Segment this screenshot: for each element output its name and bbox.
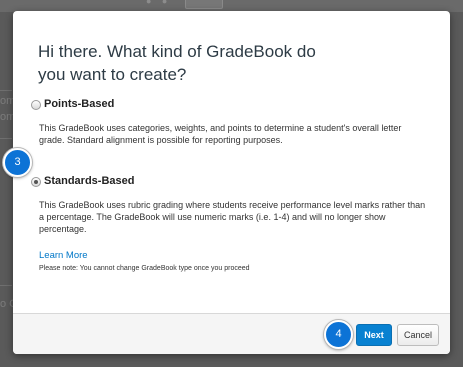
points-based-description: This GradeBook uses categories, weights,… [39,123,402,145]
dialog-title: Hi there. What kind of GradeBook do you … [38,42,316,84]
cancel-button[interactable]: Cancel [397,324,439,346]
points-based-label[interactable]: Points-Based [44,98,114,110]
dialog-footer: Next Cancel [13,313,450,354]
background-divider [0,90,12,91]
points-based-radio[interactable] [31,100,41,110]
gradebook-type-dialog: Hi there. What kind of GradeBook do you … [13,11,450,354]
step-4-badge: 4 [324,320,353,349]
standards-based-label[interactable]: Standards-Based [44,175,134,187]
step-3-badge: 3 [3,148,32,177]
background-toolbar-icons: ● ● [146,0,172,6]
type-change-note: Please note: You cannot change GradeBook… [39,265,250,272]
background-toolbar-button [185,0,223,9]
learn-more-link[interactable]: Learn More [39,250,88,261]
standards-based-description: This GradeBook uses rubric grading where… [39,200,426,234]
next-button[interactable]: Next [356,324,392,346]
standards-based-radio[interactable] [31,177,41,187]
background-divider [0,285,12,286]
background-divider [0,138,12,139]
